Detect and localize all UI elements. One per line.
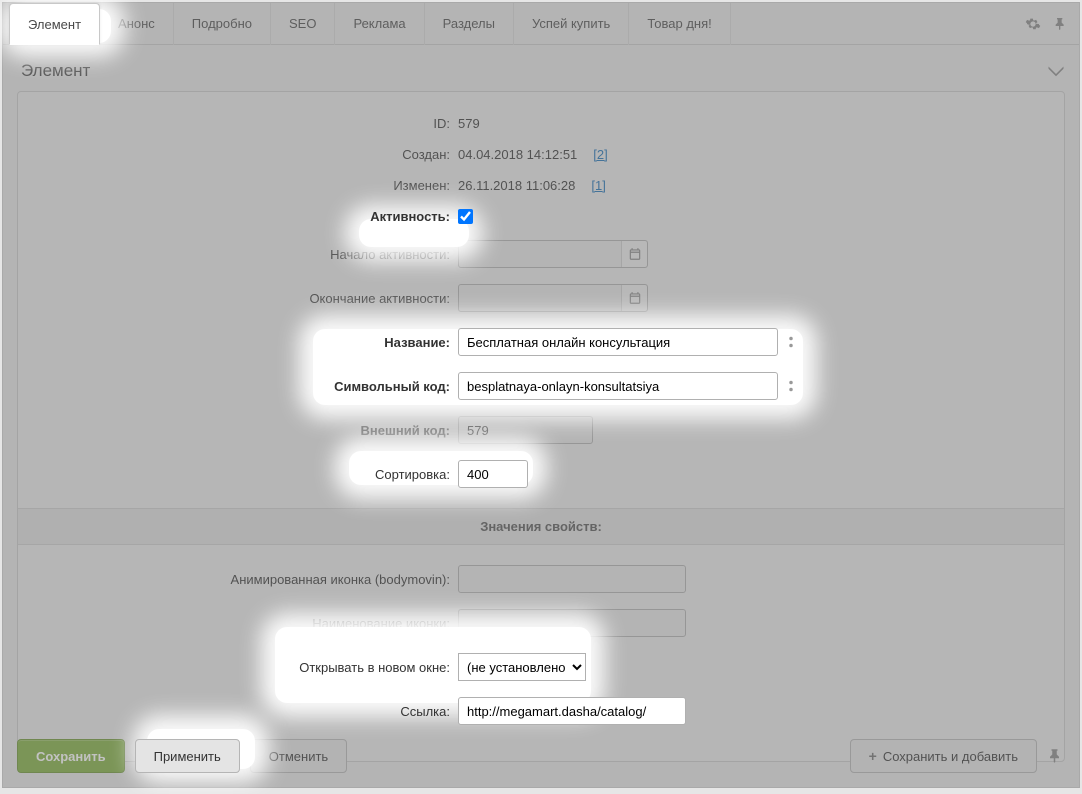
extcode-input[interactable] [458,416,593,444]
symcode-input[interactable] [458,372,778,400]
props-heading: Значения свойств: [18,508,1064,545]
save-and-add-button[interactable]: + Сохранить и добавить [850,739,1037,773]
name-label: Название: [28,335,458,350]
sort-label: Сортировка: [28,467,458,482]
created-value: 04.04.2018 14:12:51 [458,147,577,162]
tabs-bar: Элемент Анонс Подробно SEO Реклама Разде… [3,3,1079,45]
created-user-link[interactable]: [2] [593,147,607,162]
link-label: Ссылка: [28,704,458,719]
save-add-label: Сохранить и добавить [883,749,1018,764]
created-label: Создан: [28,147,458,162]
tab-anons[interactable]: Анонс [100,3,174,45]
start-label: Начало активности: [28,247,458,262]
gear-icon[interactable] [784,375,798,397]
pin-icon[interactable] [1053,16,1069,32]
id-label: ID: [28,116,458,131]
tab-element[interactable]: Элемент [9,3,100,45]
new-window-label: Открывать в новом окне: [28,660,458,675]
chevron-down-icon[interactable] [1047,65,1065,77]
end-date-input[interactable] [458,284,648,312]
gear-icon[interactable] [1025,16,1041,32]
gear-icon[interactable] [784,331,798,353]
tab-sections[interactable]: Разделы [425,3,514,45]
active-checkbox[interactable] [458,209,473,224]
cancel-button[interactable]: Отменить [250,739,347,773]
end-label: Окончание активности: [28,291,458,306]
tab-hurry-buy[interactable]: Успей купить [514,3,629,45]
tab-seo[interactable]: SEO [271,3,335,45]
extcode-label: Внешний код: [28,423,458,438]
tab-advert[interactable]: Реклама [335,3,424,45]
page-title: Элемент [21,61,90,81]
pin-icon[interactable] [1047,747,1065,765]
modified-user-link[interactable]: [1] [591,178,605,193]
modified-label: Изменен: [28,178,458,193]
icon-name-input[interactable] [458,609,686,637]
tab-day-product[interactable]: Товар дня! [629,3,730,45]
link-input[interactable] [458,697,686,725]
anim-icon-label: Анимированная иконка (bodymovin): [28,572,458,587]
active-label: Активность: [28,209,458,224]
sort-input[interactable] [458,460,528,488]
form-panel: ID: 579 Создан: 04.04.2018 14:12:51 [2] … [17,91,1065,762]
name-input[interactable] [458,328,778,356]
symcode-label: Символьный код: [28,379,458,394]
anim-icon-input[interactable] [458,565,686,593]
calendar-icon[interactable] [621,241,647,267]
icon-name-label: Наименование иконки: [28,616,458,631]
new-window-select[interactable]: (не установлено) [458,653,586,681]
tab-detail[interactable]: Подробно [174,3,271,45]
plus-icon: + [869,748,877,764]
id-value: 579 [458,116,480,131]
save-button[interactable]: Сохранить [17,739,125,773]
calendar-icon[interactable] [621,285,647,311]
apply-button[interactable]: Применить [135,739,240,773]
modified-value: 26.11.2018 11:06:28 [458,178,575,193]
start-date-input[interactable] [458,240,648,268]
